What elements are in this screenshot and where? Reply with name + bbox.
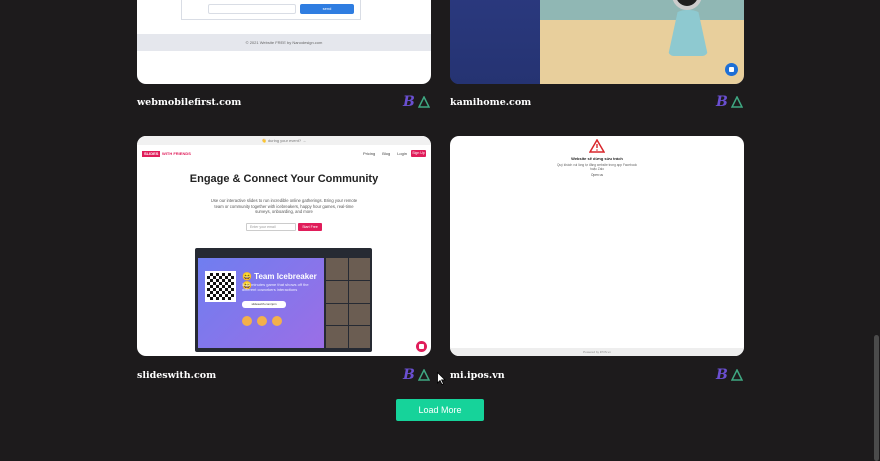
site-name-link[interactable]: webmobilefirst.com [137, 97, 241, 108]
avatar [242, 316, 252, 326]
preview-hero-title: Engage & Connect Your Community [189, 173, 379, 185]
vue-icon [730, 369, 743, 381]
site-card-webmobilefirst[interactable]: send © 2021 Website FREE by Nanodesign.c… [137, 0, 431, 84]
tech-badges: B [716, 95, 743, 109]
vue-icon [417, 369, 430, 381]
preview-slide-subtitle: 5-10 minutes game that shows off the dif… [242, 282, 309, 292]
preview-start-button: Start Free [298, 223, 322, 231]
preview-footer: © 2021 Website FREE by Nanodesign.com [137, 34, 431, 51]
bootstrap-icon: B [716, 367, 728, 383]
preview-logo-text: WITH FRIENDS [162, 151, 191, 156]
tech-badges: B [403, 368, 430, 382]
preview-nav-link: Blog [382, 151, 391, 156]
video-tile [326, 303, 348, 326]
preview-logo: SLIDES [142, 151, 161, 157]
preview-slide: 😄 Team Icebreaker 😄 5-10 minutes game th… [198, 258, 324, 348]
site-card-slideswith[interactable]: 👋 during your event? → SLIDES WITH FRIEN… [137, 136, 431, 356]
preview-nav-link: Pricing [362, 151, 376, 156]
preview-warning-text: Quý khách vui lòng tự đăng website trong… [557, 163, 637, 172]
preview-avatars [242, 316, 282, 326]
video-tile [326, 280, 348, 303]
preview-signup: Sign Up [411, 150, 426, 157]
site-card-kamihome[interactable] [450, 0, 744, 84]
scrollbar-thumb[interactable] [874, 335, 879, 461]
load-more-button[interactable]: Load More [396, 399, 484, 421]
preview-sand [540, 20, 744, 84]
vue-icon [417, 96, 430, 108]
preview-warning-title: Website sẽ dừng sửu trách [571, 156, 623, 161]
tech-badges: B [403, 95, 430, 109]
scrollbar[interactable] [872, 0, 880, 461]
avatar [272, 316, 282, 326]
preview-nav: SLIDES WITH FRIENDS Pricing Blog Login S… [137, 146, 431, 160]
preview-send-button: send [300, 4, 354, 14]
bootstrap-icon: B [716, 94, 728, 110]
preview-hero-subtitle: Use our interactive slides to run incred… [210, 198, 358, 215]
preview-left-panel [450, 0, 540, 84]
preview-warning-link: Open us [590, 173, 604, 177]
mouse-cursor-icon [437, 372, 446, 385]
video-tile [348, 326, 370, 348]
page: send © 2021 Website FREE by Nanodesign.c… [0, 0, 880, 461]
preview-email-input: Enter your email [246, 223, 296, 231]
warning-icon [589, 139, 605, 153]
preview-form: send [181, 0, 361, 20]
preview-topbar: 👋 during your event? → [137, 136, 431, 145]
qr-code-icon [205, 271, 236, 302]
preview-video-grid [326, 258, 370, 348]
bootstrap-icon: B [403, 367, 415, 383]
preview-slide-url: slideswith.com/join [242, 301, 286, 308]
video-tile [348, 258, 370, 280]
preview-nav-link: Login [397, 151, 407, 156]
site-card-ipos[interactable]: Website sẽ dừng sửu trách Quý khách vui … [450, 136, 744, 356]
bootstrap-icon: B [403, 94, 415, 110]
preview-footer: Powered by iPOS.vn [450, 348, 744, 356]
video-tile [326, 326, 348, 348]
chat-icon [416, 341, 427, 352]
preview-sky [540, 0, 744, 20]
preview-nav-links: Pricing Blog Login [363, 151, 407, 157]
preview-input [208, 4, 296, 14]
site-name-link[interactable]: kamihome.com [450, 97, 531, 108]
video-tile [348, 280, 370, 303]
avatar [257, 316, 267, 326]
tech-badges: B [716, 368, 743, 382]
vue-icon [730, 96, 743, 108]
site-name-link[interactable]: mi.ipos.vn [450, 370, 505, 381]
site-name-link[interactable]: slideswith.com [137, 370, 216, 381]
chat-icon [725, 63, 738, 76]
video-tile [326, 258, 348, 280]
preview-app-window: 😄 Team Icebreaker 😄 5-10 minutes game th… [195, 248, 372, 352]
video-tile [348, 303, 370, 326]
